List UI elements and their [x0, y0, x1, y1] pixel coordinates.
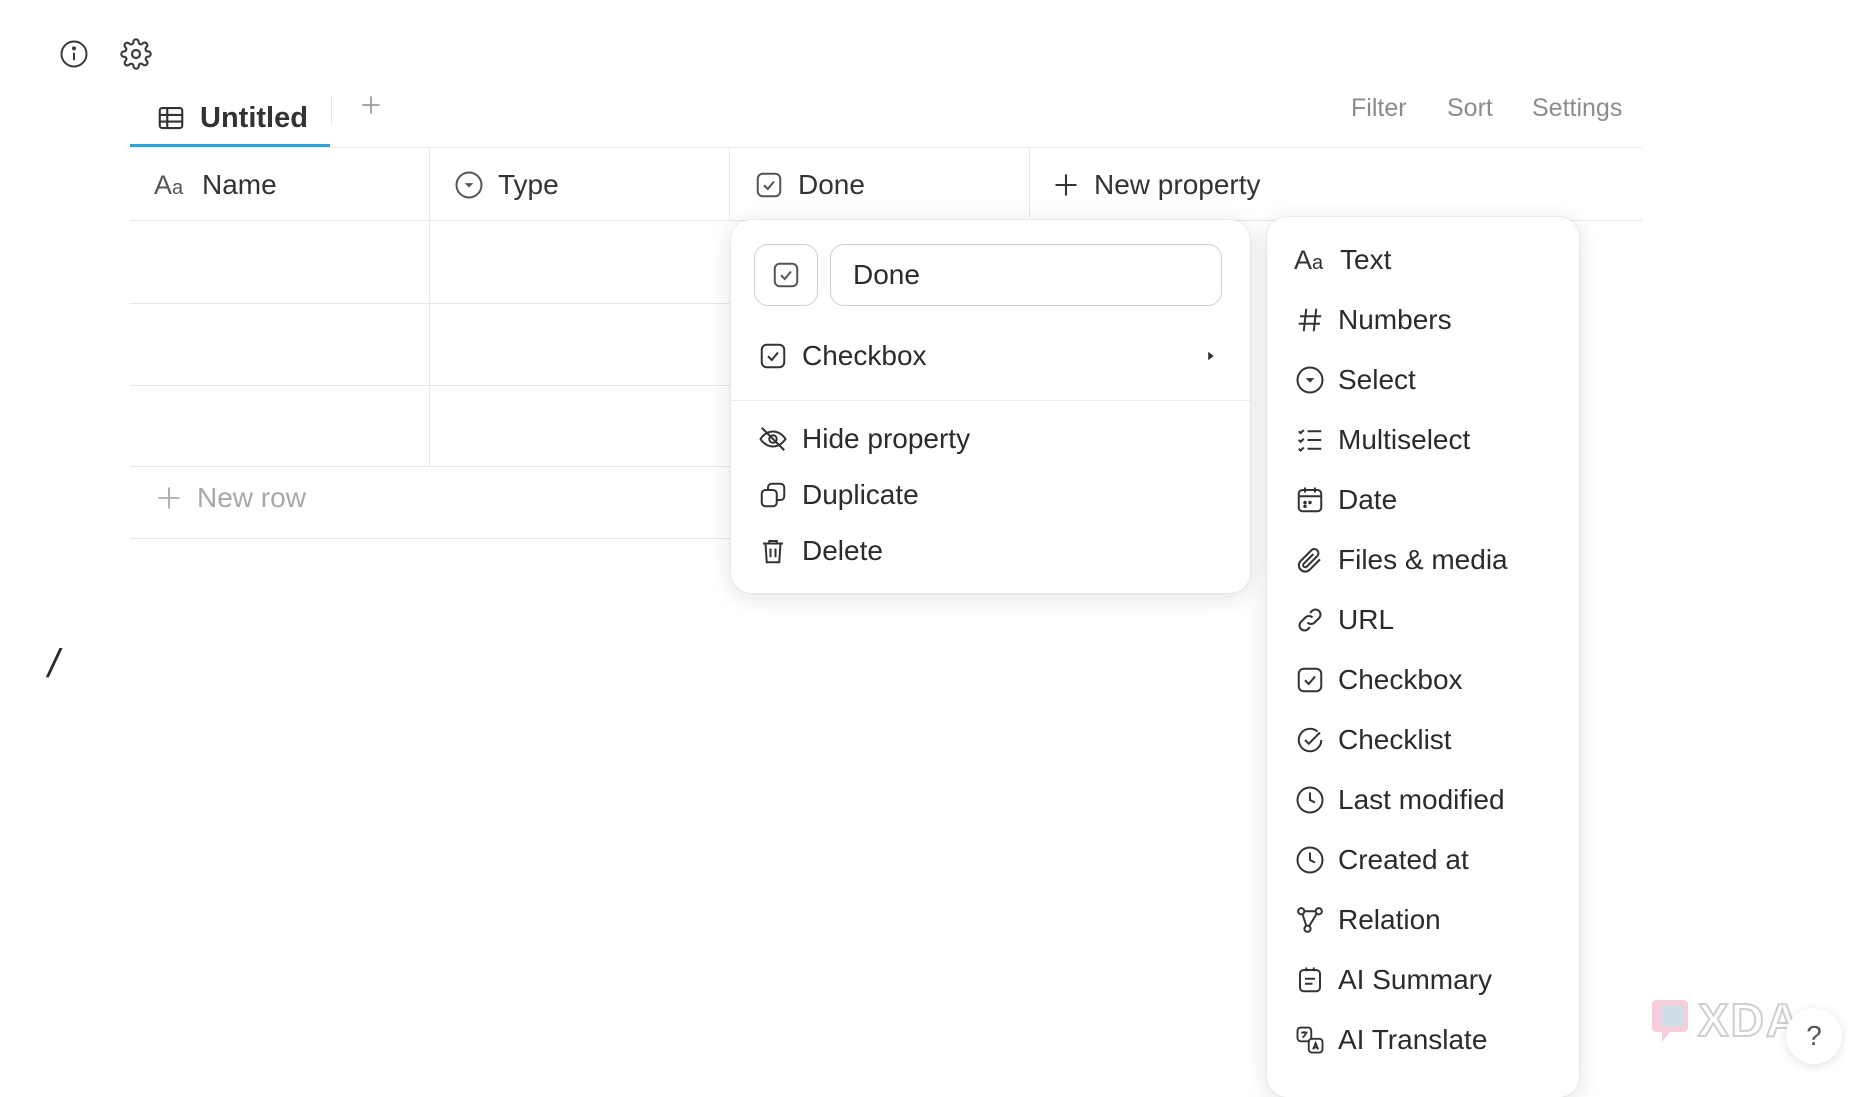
type-option-last-modified[interactable]: Last modified: [1294, 778, 1505, 822]
view-settings-button[interactable]: Settings: [1532, 94, 1622, 123]
type-option-files-media[interactable]: Files & media: [1294, 538, 1508, 582]
type-option-ai-summary[interactable]: AI Summary: [1294, 958, 1492, 1002]
type-option-multiselect[interactable]: Multiselect: [1294, 418, 1470, 462]
editor-text-cursor[interactable]: /: [48, 642, 59, 687]
property-type-selector[interactable]: Checkbox: [758, 340, 1218, 372]
tab-view-untitled[interactable]: Untitled: [130, 88, 330, 148]
checkbox-icon: [1294, 665, 1326, 695]
plus-icon: [1052, 171, 1080, 199]
column-header-done[interactable]: Done: [754, 150, 865, 220]
multiselect-icon: [1294, 425, 1326, 455]
table-bottom-divider: [130, 538, 730, 539]
delete-property-button[interactable]: Delete: [758, 535, 883, 567]
column-divider: [729, 148, 730, 218]
row-divider: [130, 385, 730, 386]
column-divider: [429, 148, 430, 466]
type-option-relation[interactable]: Relation: [1294, 898, 1441, 942]
svg-text:A: A: [154, 170, 172, 200]
sort-button[interactable]: Sort: [1447, 94, 1493, 123]
plus-icon: [155, 484, 183, 512]
type-option-ai-translate[interactable]: AI Translate: [1294, 1018, 1487, 1062]
calendar-icon: [1294, 485, 1326, 515]
tab-divider: [331, 96, 332, 124]
checkbox-icon: [754, 170, 784, 200]
type-option-numbers[interactable]: Numbers: [1294, 298, 1452, 342]
new-property-button[interactable]: New property: [1052, 150, 1261, 220]
eye-off-icon: [758, 424, 788, 454]
new-row-button[interactable]: New row: [155, 482, 306, 514]
checkbox-icon: [758, 341, 788, 371]
row-divider: [130, 466, 730, 467]
select-icon: [1294, 365, 1326, 395]
property-name-input[interactable]: Done: [830, 244, 1222, 306]
tab-label: Untitled: [200, 101, 308, 134]
gear-icon[interactable]: [120, 38, 152, 70]
relation-icon: [1294, 905, 1326, 935]
tab-bar-divider: [130, 147, 1642, 148]
text-type-icon: Aa: [154, 170, 188, 200]
table-icon: [156, 103, 186, 133]
type-option-created-at[interactable]: Created at: [1294, 838, 1469, 882]
duplicate-property-button[interactable]: Duplicate: [758, 479, 919, 511]
type-option-date[interactable]: Date: [1294, 478, 1397, 522]
clock-icon: [1294, 785, 1326, 815]
select-icon: [454, 170, 484, 200]
ai-summary-icon: [1294, 965, 1326, 995]
hash-icon: [1294, 305, 1326, 335]
checklist-icon: [1294, 725, 1326, 755]
trash-icon: [758, 536, 788, 566]
svg-text:a: a: [172, 177, 184, 199]
filter-button[interactable]: Filter: [1351, 94, 1407, 123]
clock-icon: [1294, 845, 1326, 875]
svg-text:a: a: [1312, 252, 1324, 274]
hide-property-button[interactable]: Hide property: [758, 423, 970, 455]
help-button[interactable]: ?: [1786, 1008, 1842, 1064]
type-option-checkbox[interactable]: Checkbox: [1294, 658, 1463, 702]
checkbox-icon: [771, 260, 801, 290]
link-icon: [1294, 605, 1326, 635]
ai-translate-icon: [1294, 1025, 1326, 1055]
column-header-name[interactable]: Aa Name: [154, 150, 277, 220]
duplicate-icon: [758, 480, 788, 510]
type-option-checklist[interactable]: Checklist: [1294, 718, 1452, 762]
column-divider: [1029, 148, 1030, 218]
text-type-icon: Aa: [1294, 245, 1328, 275]
info-icon[interactable]: [59, 39, 89, 69]
paperclip-icon: [1294, 545, 1326, 575]
svg-text:A: A: [1294, 245, 1312, 275]
add-view-button[interactable]: [358, 92, 388, 122]
menu-divider: [730, 400, 1250, 401]
column-header-type[interactable]: Type: [454, 150, 559, 220]
type-option-select[interactable]: Select: [1294, 358, 1416, 402]
type-option-url[interactable]: URL: [1294, 598, 1394, 642]
chevron-right-icon: [1204, 349, 1218, 363]
type-option-text[interactable]: Aa Text: [1294, 238, 1391, 282]
row-divider: [130, 303, 730, 304]
property-icon-button[interactable]: [754, 244, 818, 306]
